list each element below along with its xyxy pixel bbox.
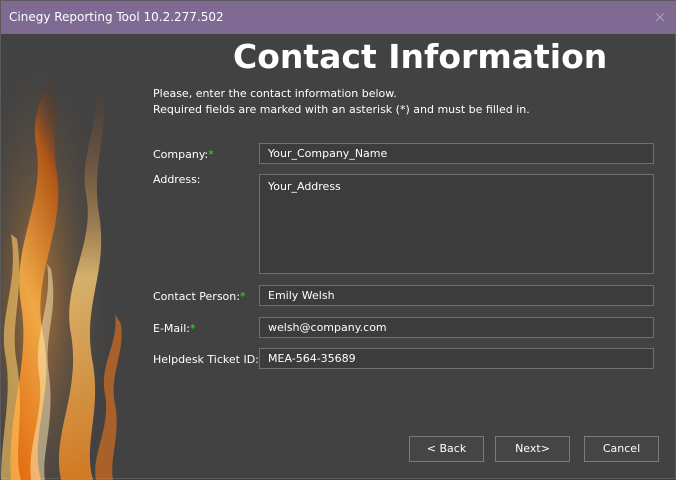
required-note: Required fields are marked with an aster… xyxy=(153,103,530,116)
cancel-button[interactable]: Cancel xyxy=(584,436,659,462)
next-button[interactable]: Next> xyxy=(495,436,570,462)
company-field[interactable]: Your_Company_Name xyxy=(259,143,654,164)
contact-person-field[interactable]: Emily Welsh xyxy=(259,285,654,306)
helpdesk-ticket-field[interactable]: MEA-564-35689 xyxy=(259,348,654,369)
address-label: Address: xyxy=(153,173,201,186)
company-label: Company:* xyxy=(153,148,214,161)
intro-text: Please, enter the contact information be… xyxy=(153,87,397,100)
required-asterisk: * xyxy=(208,148,214,161)
helpdesk-ticket-label: Helpdesk Ticket ID: xyxy=(153,353,259,366)
email-label: E-Mail:* xyxy=(153,322,195,335)
required-asterisk: * xyxy=(239,290,246,303)
email-field[interactable]: welsh@company.com xyxy=(259,317,654,338)
flame-graphic xyxy=(1,34,126,480)
title-bar: Cinegy Reporting Tool 10.2.277.502 × xyxy=(1,1,676,34)
close-icon[interactable]: × xyxy=(651,8,669,26)
contact-person-label: Contact Person:* xyxy=(153,290,245,303)
back-button[interactable]: < Back xyxy=(409,436,484,462)
page-title: Contact Information xyxy=(233,37,608,76)
window-title: Cinegy Reporting Tool 10.2.277.502 xyxy=(9,10,224,24)
address-field[interactable]: Your_Address xyxy=(259,174,654,274)
required-asterisk: * xyxy=(189,322,196,335)
company-label-text: Company: xyxy=(153,148,209,161)
reporting-tool-window: Cinegy Reporting Tool 10.2.277.502 × Con… xyxy=(0,0,676,480)
email-label-text: E-Mail: xyxy=(153,322,190,335)
contact-person-label-text: Contact Person: xyxy=(153,290,240,303)
